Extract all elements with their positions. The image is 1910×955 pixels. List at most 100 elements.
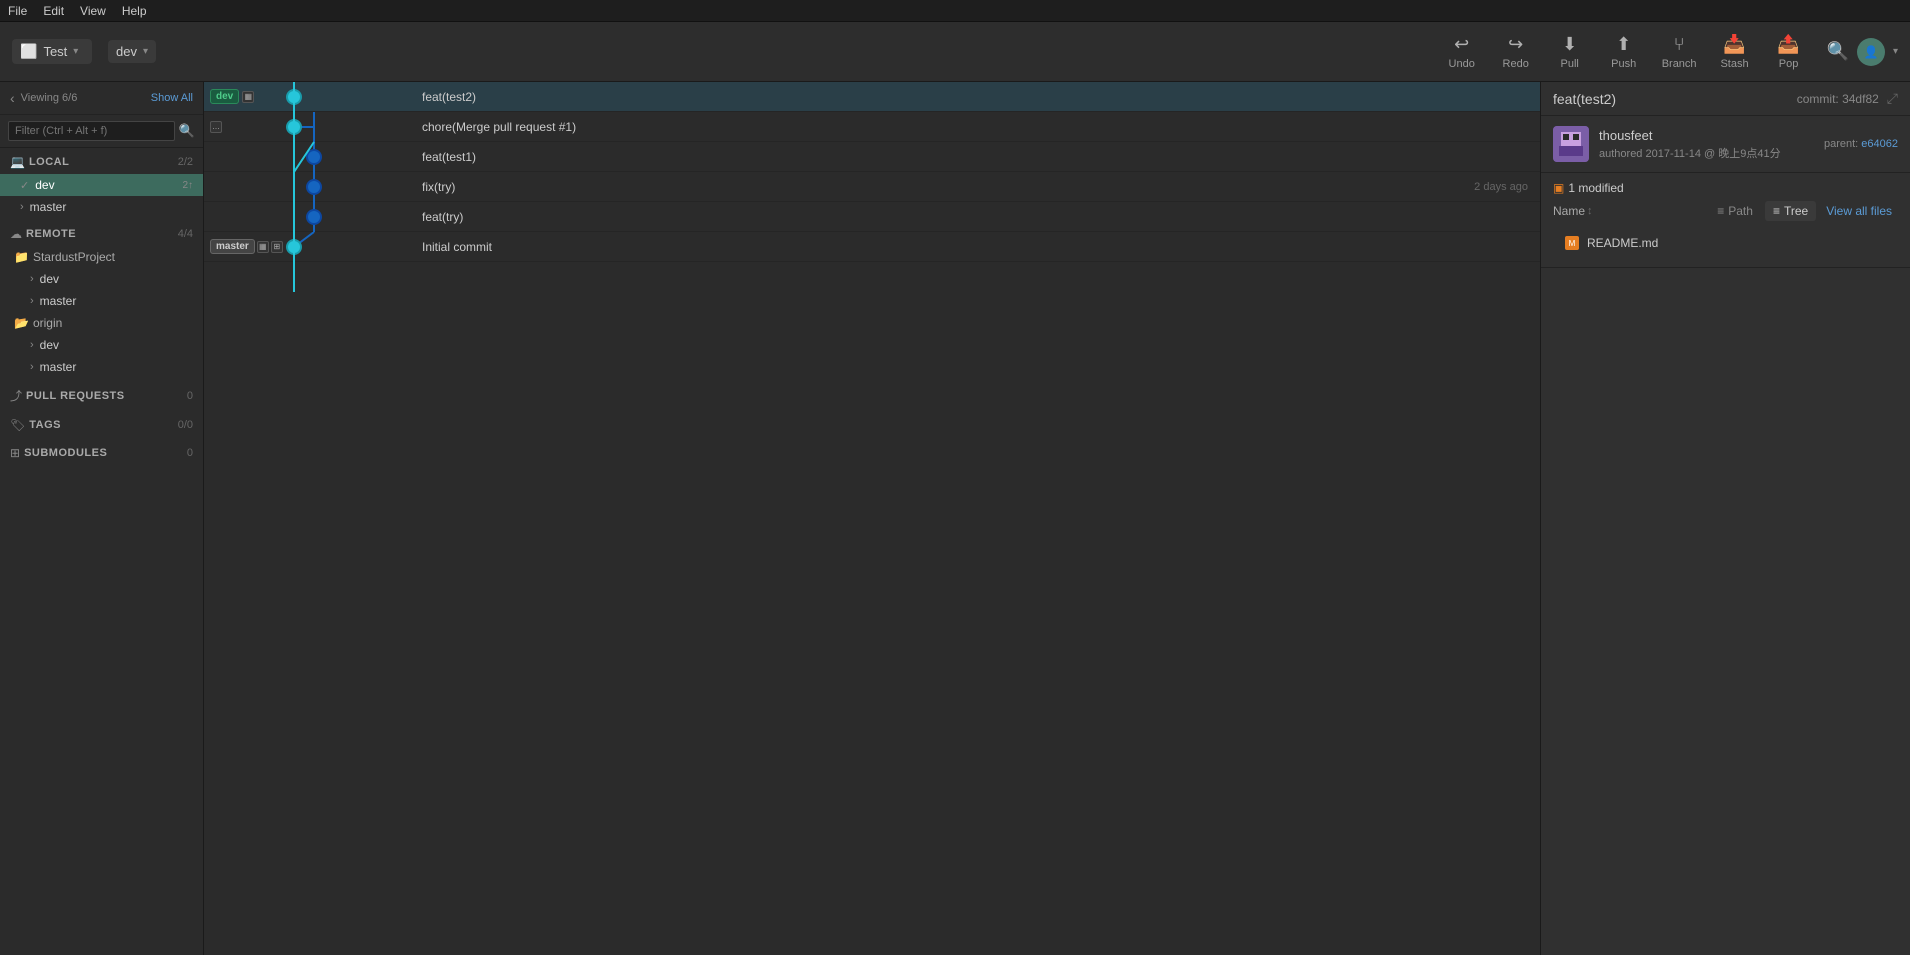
remote-stardustproject-dev[interactable]: › dev [0, 268, 203, 290]
tag-master-icon1: ▦ [257, 241, 269, 253]
branch-icon: ⑂ [1674, 34, 1685, 55]
pull-button[interactable]: ⬇ Pull [1544, 28, 1596, 76]
remote-section-title: REMOTE [26, 228, 174, 240]
row-content-3: feat(test1) [414, 150, 1540, 164]
pull-label: Pull [1561, 58, 1579, 70]
submodules-header[interactable]: ⊞ SUBMODULES 0 [0, 441, 203, 465]
local-master-label: master [30, 200, 187, 214]
row-graph-6: master ▦ ⊞ [204, 232, 414, 262]
tag-master: master [210, 239, 255, 254]
row-svg-3 [204, 142, 414, 172]
menu-view[interactable]: View [80, 4, 106, 18]
redo-label: Redo [1503, 58, 1529, 70]
remote-stardustproject-dev-label: dev [40, 272, 193, 286]
local-dev-badge: 2↑ [182, 180, 193, 191]
remote-origin-dev[interactable]: › dev [0, 334, 203, 356]
row-svg-2 [204, 112, 414, 142]
branch-chevron-icon: › [20, 201, 24, 213]
repo-icon: ⬜ [20, 43, 37, 60]
branch-arrow-icon3: › [30, 339, 34, 351]
commit-msg-4: fix(try) [414, 180, 1474, 194]
push-button[interactable]: ⬆ Push [1598, 28, 1650, 76]
modified-section: ▣ 1 modified Name ↕ ≡ Path ≡ Tree View a… [1541, 173, 1910, 268]
path-tab[interactable]: ≡ Path [1709, 201, 1761, 221]
pull-requests-header[interactable]: ⤴ PULL REQUESTS 0 [0, 382, 203, 409]
menu-edit[interactable]: Edit [43, 4, 64, 18]
undo-button[interactable]: ↩ Undo [1436, 28, 1488, 76]
push-label: Push [1611, 58, 1636, 70]
tag-dev-m: … [210, 121, 222, 133]
commit-row-1[interactable]: dev ▦ feat(test2) [204, 82, 1540, 112]
filter-bar: 🔍 [0, 115, 203, 148]
commit-row-4[interactable]: fix(try) 2 days ago [204, 172, 1540, 202]
user-avatar[interactable]: 👤 [1857, 38, 1885, 66]
commit-row-3[interactable]: feat(test1) [204, 142, 1540, 172]
commit-msg-1: feat(test2) [414, 90, 1528, 104]
commit-row-2[interactable]: … chore(Merge pull request #1) [204, 112, 1540, 142]
sidebar-item-master[interactable]: › master [0, 196, 203, 218]
filter-input[interactable] [8, 121, 175, 141]
tag-master-icon2: ⊞ [271, 241, 283, 253]
remote-section-header[interactable]: ☁ REMOTE 4/4 [0, 222, 203, 246]
folder-origin-icon: 📂 [14, 316, 29, 330]
pull-requests-section: ⤴ PULL REQUESTS 0 [0, 380, 203, 411]
commit-msg-5: feat(try) [414, 210, 1528, 224]
commit-msg-2: chore(Merge pull request #1) [414, 120, 1528, 134]
back-icon[interactable]: ‹ [10, 90, 15, 106]
author-date: authored 2017-11-14 @ 晚上9点41分 [1599, 145, 1814, 161]
file-status-icon: M [1565, 236, 1579, 250]
commit-hash: commit: 34df82 [1797, 92, 1879, 106]
group-origin[interactable]: 📂 origin [0, 312, 203, 334]
filter-search-icon[interactable]: 🔍 [179, 123, 195, 139]
row-content-1: feat(test2) [414, 90, 1540, 104]
commit-graph: dev ▦ feat(test2) [204, 82, 1540, 955]
modified-icon: ▣ [1553, 181, 1564, 195]
tree-tab[interactable]: ≡ Tree [1765, 201, 1816, 221]
right-panel-header: feat(test2) commit: 34df82 ⤢ [1541, 82, 1910, 116]
local-count: 2/2 [178, 156, 193, 168]
file-item-readme[interactable]: M README.md [1553, 231, 1898, 255]
user-chevron-icon[interactable]: ▾ [1893, 46, 1898, 57]
pop-button[interactable]: 📤 Pop [1763, 28, 1815, 76]
name-sort[interactable]: Name ↕ [1553, 204, 1593, 218]
group-stardustproject[interactable]: 📁 StardustProject [0, 246, 203, 268]
commit-row-5[interactable]: feat(try) [204, 202, 1540, 232]
row-svg-5 [204, 202, 414, 232]
pr-section-title: PULL REQUESTS [26, 390, 183, 402]
push-icon: ⬆ [1616, 34, 1631, 55]
group-stardustproject-label: StardustProject [33, 250, 193, 264]
avatar-svg [1553, 126, 1589, 162]
name-label: Name [1553, 204, 1585, 218]
stash-button[interactable]: 📥 Stash [1709, 28, 1761, 76]
modified-count: 1 modified [1568, 181, 1623, 195]
global-search-icon[interactable]: 🔍 [1827, 41, 1849, 62]
commit-msg-3: feat(test1) [414, 150, 1528, 164]
branch-button[interactable]: ⑂ Branch [1652, 28, 1707, 76]
sidebar-item-dev[interactable]: ✓ dev 2↑ [0, 174, 203, 196]
remote-origin-master[interactable]: › master [0, 356, 203, 378]
view-all-files-button[interactable]: View all files [1820, 201, 1898, 221]
expand-icon[interactable]: ⤢ [1887, 90, 1898, 107]
menu-help[interactable]: Help [122, 4, 147, 18]
group-origin-label: origin [33, 316, 193, 330]
remote-icon: ☁ [10, 227, 22, 241]
toolbar-actions: ↩ Undo ↪ Redo ⬇ Pull ⬆ Push ⑂ Branch 📥 S… [1436, 28, 1815, 76]
menu-file[interactable]: File [8, 4, 27, 18]
pr-icon: ⤴ [10, 387, 22, 404]
branch-selector[interactable]: dev ▾ [108, 40, 156, 63]
tag-head-icon: ▦ [242, 91, 254, 103]
viewing-text: Viewing 6/6 [21, 92, 145, 104]
local-section: 💻 LOCAL 2/2 ✓ dev 2↑ › master [0, 148, 203, 220]
commit-row-6[interactable]: master ▦ ⊞ Initial commit [204, 232, 1540, 262]
local-section-header[interactable]: 💻 LOCAL 2/2 [0, 150, 203, 174]
row-graph-4 [204, 172, 414, 202]
remote-stardustproject-master[interactable]: › master [0, 290, 203, 312]
commit-time-4: 2 days ago [1474, 181, 1540, 193]
tags-header[interactable]: 🏷 TAGS 0/0 [0, 413, 203, 437]
redo-button[interactable]: ↪ Redo [1490, 28, 1542, 76]
show-all-button[interactable]: Show All [151, 92, 193, 104]
row-content-5: feat(try) [414, 210, 1540, 224]
file-view-tabs: Name ↕ ≡ Path ≡ Tree View all files [1553, 201, 1898, 221]
repo-selector[interactable]: ⬜ Test ▾ [12, 39, 92, 64]
repo-label: Test [43, 44, 67, 59]
